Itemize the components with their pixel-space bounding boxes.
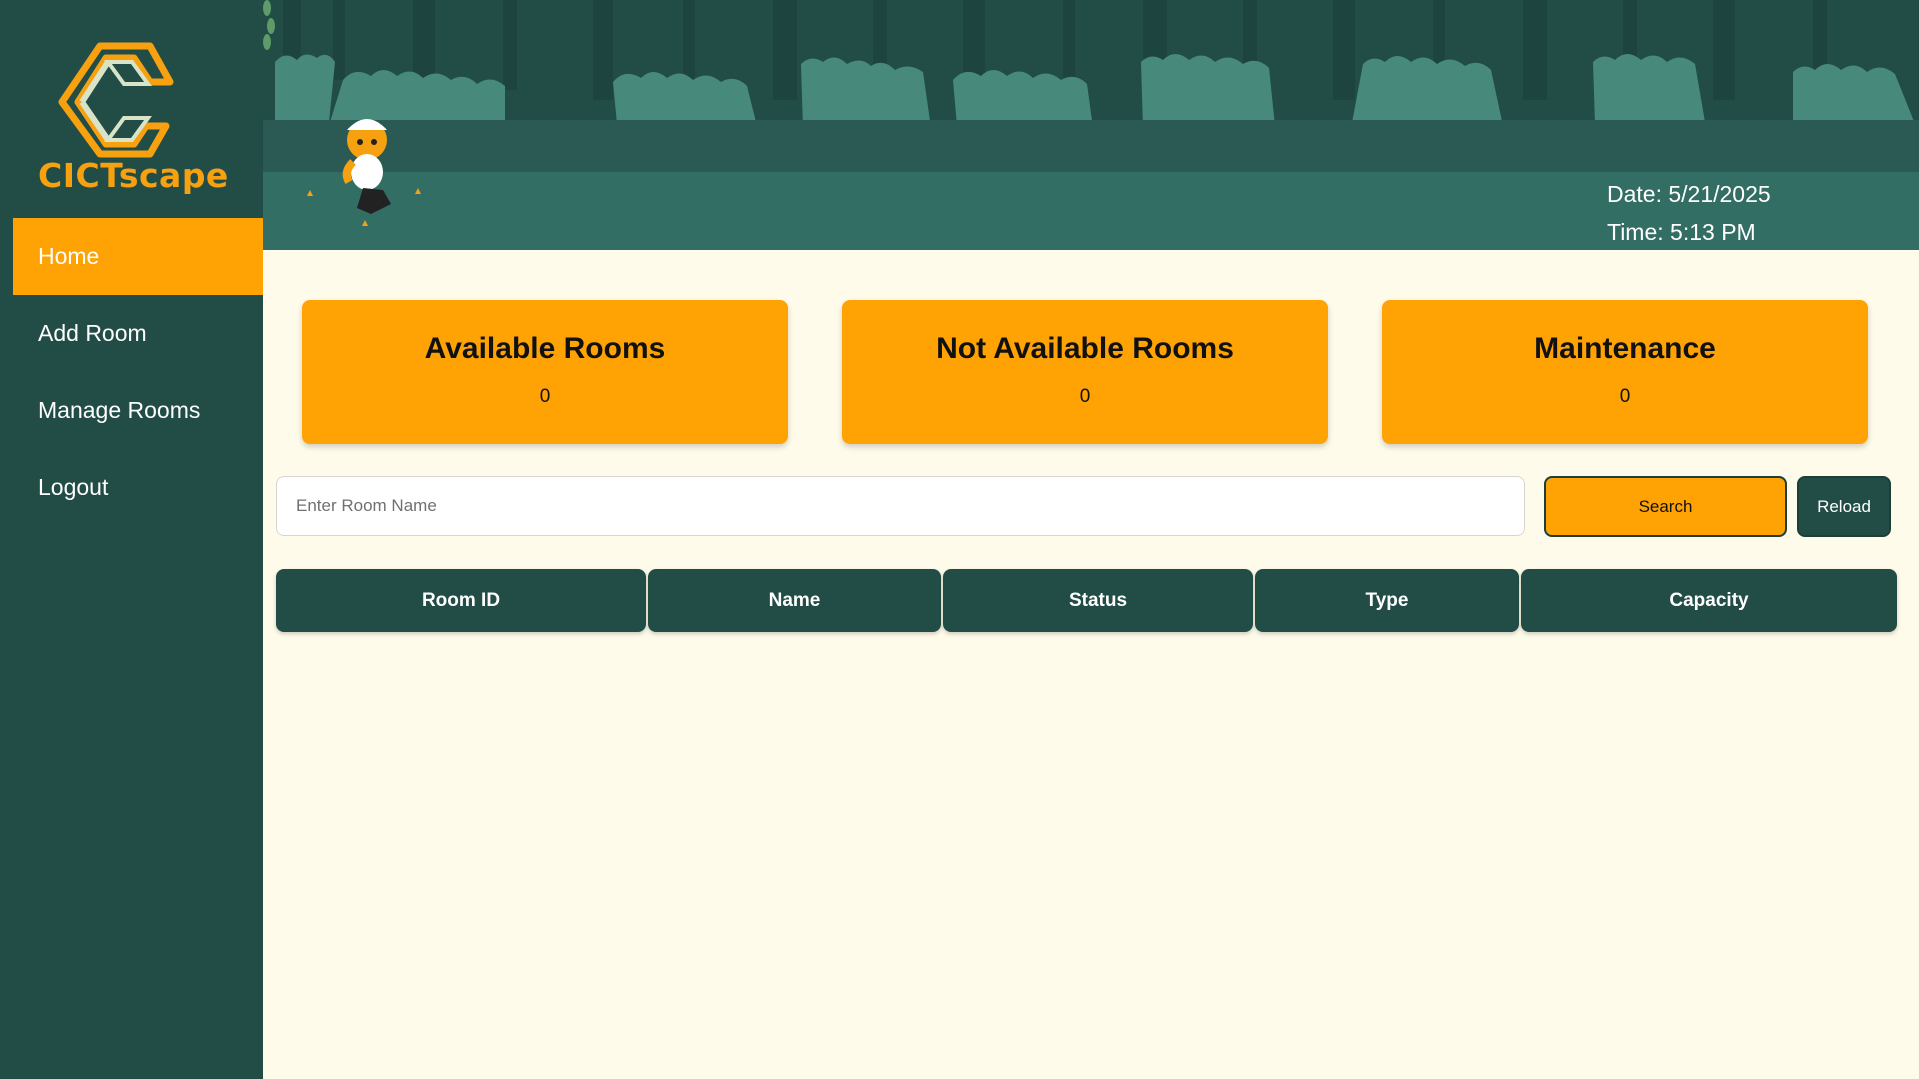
date-label: Date: 5/21/2025 — [1607, 181, 1771, 207]
room-search-input[interactable] — [276, 476, 1525, 536]
stat-card-maintenance: Maintenance 0 — [1382, 300, 1868, 444]
header-banner: Date: 5/21/2025 Time: 5:13 PM — [263, 0, 1919, 250]
main-content: Available Rooms 0 Not Available Rooms 0 … — [263, 250, 1919, 1079]
sidebar-nav: Home Add Room Manage Rooms Logout — [13, 218, 263, 526]
column-header-capacity[interactable]: Capacity — [1521, 569, 1897, 632]
app-root: CICTscape Home Add Room Manage Rooms Log… — [0, 0, 1919, 1079]
brand-logo: CICTscape — [38, 40, 229, 200]
stat-card-title: Available Rooms — [424, 332, 666, 365]
sidebar-item-logout[interactable]: Logout — [13, 449, 263, 526]
sidebar-item-home[interactable]: Home — [13, 218, 263, 295]
tiger-mascot-icon — [307, 119, 421, 226]
stat-card-value: 0 — [1079, 386, 1091, 407]
time-label: Time: 5:13 PM — [1607, 219, 1756, 245]
column-header-room-id[interactable]: Room ID — [276, 569, 646, 632]
sidebar: CICTscape Home Add Room Manage Rooms Log… — [0, 0, 263, 1079]
brand-name: CICTscape — [38, 156, 229, 195]
column-header-status[interactable]: Status — [943, 569, 1253, 632]
search-button[interactable]: Search — [1544, 476, 1787, 537]
stat-card-value: 0 — [539, 386, 551, 407]
cictscape-logo-icon — [58, 42, 174, 158]
date-time-display: Date: 5/21/2025 Time: 5:13 PM — [1607, 175, 1771, 250]
sidebar-item-manage-rooms[interactable]: Manage Rooms — [13, 372, 263, 449]
reload-button[interactable]: Reload — [1797, 476, 1891, 537]
column-header-type[interactable]: Type — [1255, 569, 1519, 632]
stat-card-title: Maintenance — [1534, 332, 1716, 365]
stat-card-available: Available Rooms 0 — [302, 300, 788, 444]
sidebar-item-add-room[interactable]: Add Room — [13, 295, 263, 372]
stat-card-not-available: Not Available Rooms 0 — [842, 300, 1328, 444]
stat-card-value: 0 — [1619, 386, 1631, 407]
column-header-name[interactable]: Name — [648, 569, 941, 632]
stat-card-title: Not Available Rooms — [936, 332, 1234, 365]
